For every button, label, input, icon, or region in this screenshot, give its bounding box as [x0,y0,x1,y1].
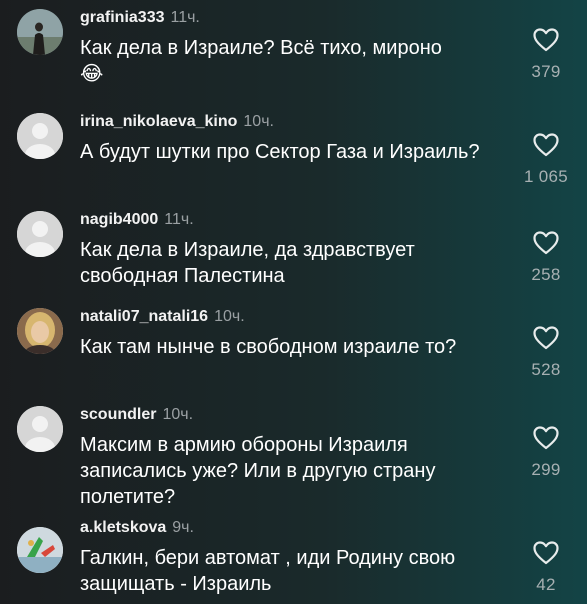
avatar[interactable] [17,211,63,257]
comment-text: Как там нынче в свободном израиле то? [80,336,457,358]
comment-username[interactable]: grafinia333 [80,9,164,26]
like-count: 299 [531,460,561,479]
avatar[interactable] [17,406,63,452]
comment-username[interactable]: a.kletskova [80,519,166,536]
heart-outline-icon[interactable] [533,231,559,255]
avatar[interactable] [17,113,63,159]
default-avatar-icon [17,113,63,159]
comment-username[interactable]: irina_nikolaeva_kino [80,113,237,130]
like-count: 258 [531,265,561,284]
default-avatar-icon [17,406,63,452]
comment-time: 11ч. [164,211,194,228]
avatar[interactable] [17,9,63,55]
comment-time: 9ч. [172,519,194,536]
avatar[interactable] [17,308,63,354]
default-avatar-icon [17,211,63,257]
comment-username[interactable]: natali07_natali16 [80,308,208,325]
heart-outline-icon[interactable] [533,28,559,52]
comment-time: 10ч. [214,308,245,325]
comment-text: Максим в армию обороны Израиля записалис… [80,434,436,508]
comment-time: 10ч. [162,406,194,423]
comment-text: Как дела в Израиле? Всё тихо, мироно [80,37,442,59]
comment-time: 10ч. [243,113,274,130]
like-count: 528 [531,360,561,379]
like-count: 1 065 [523,167,569,186]
heart-outline-icon[interactable] [533,133,559,157]
avatar[interactable] [17,527,63,573]
heart-outline-icon[interactable] [533,326,559,350]
comment-text: А будут шутки про Сектор Газа и Израиль? [80,141,480,163]
comment-time: 11ч. [170,9,200,26]
comment-text: Как дела в Израиле, да здравствует свобо… [80,239,415,287]
like-count: 42 [536,575,556,594]
heart-outline-icon[interactable] [533,426,559,450]
comment-username[interactable]: nagib4000 [80,211,158,228]
heart-outline-icon[interactable] [533,541,559,565]
comment-username[interactable]: scoundler [80,406,156,423]
comment-text: Галкин, бери автомат , иди Родину свою з… [80,547,456,595]
like-count: 379 [531,62,561,81]
laughing-emoji: 😂 [80,63,104,85]
